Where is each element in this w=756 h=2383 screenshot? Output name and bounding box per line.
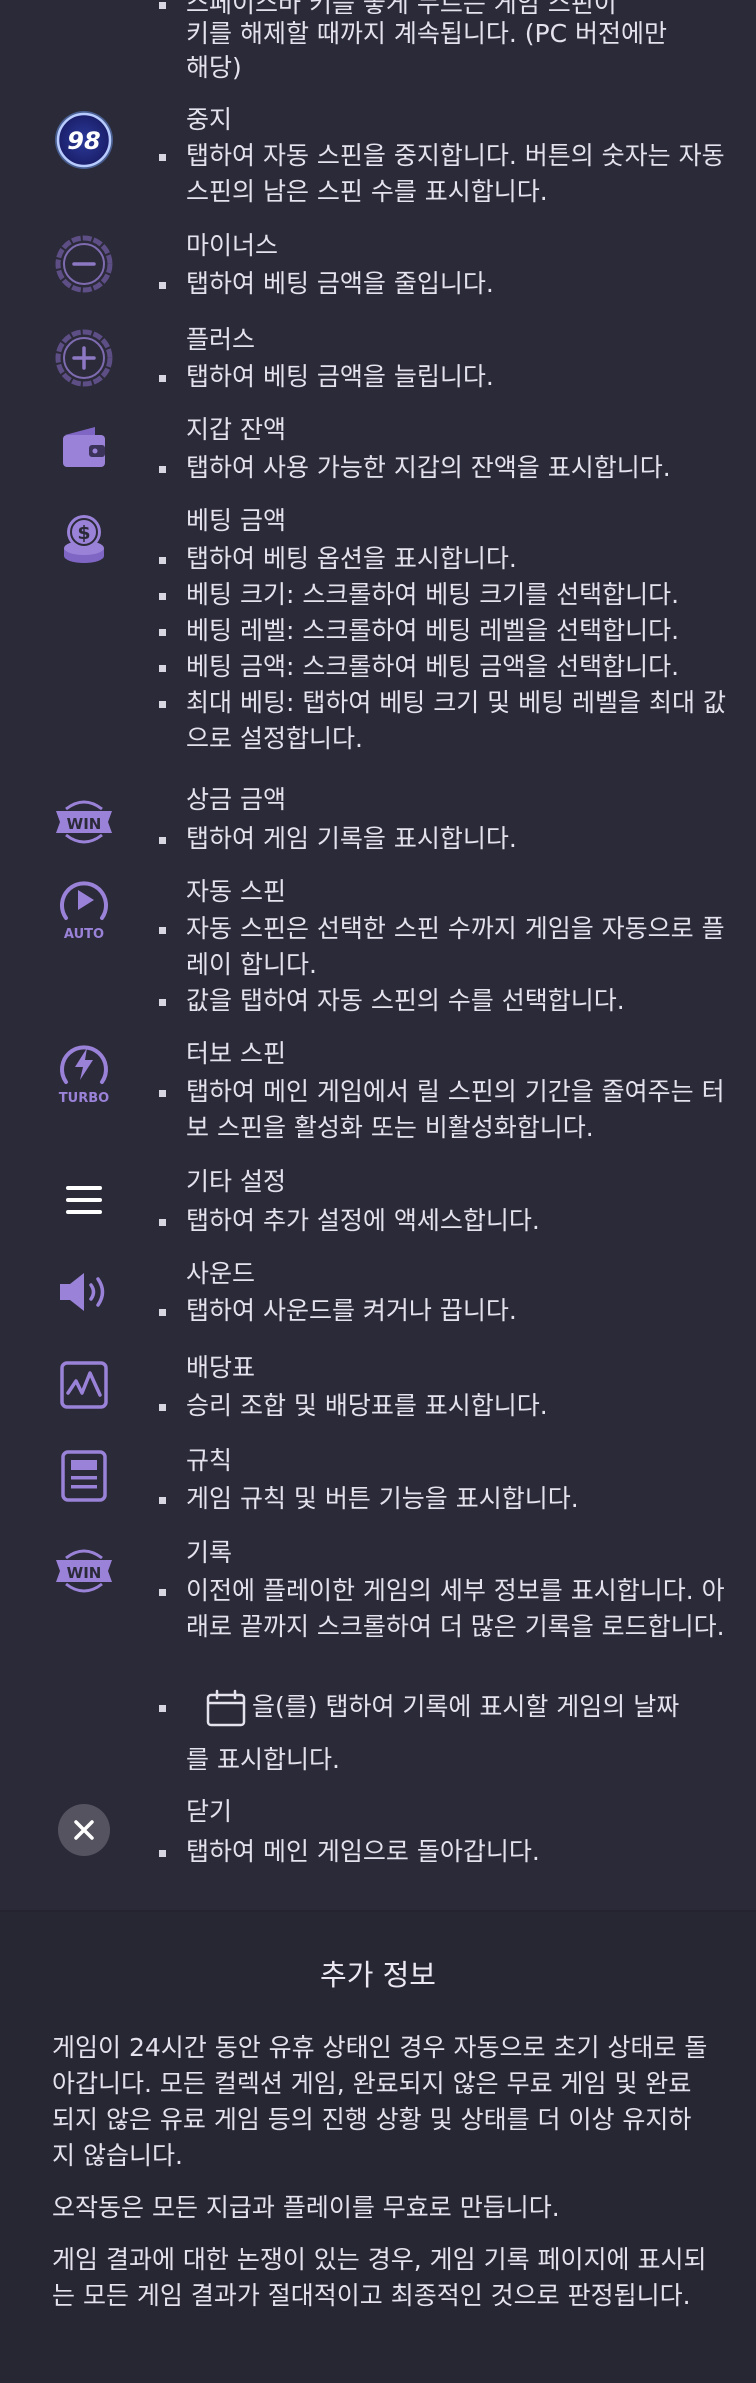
auto-badge-text: AUTO bbox=[64, 927, 104, 942]
wallet-icon bbox=[48, 412, 120, 484]
extra-paragraph-1: 게임이 24시간 동안 유휴 상태인 경우 자동으로 초기 상태로 돌아갑니다.… bbox=[52, 2033, 708, 2170]
auto-title: 자동 스핀 bbox=[186, 877, 286, 906]
history-calendar-text: 을(를) 탭하여 기록에 표시할 게임의 날짜 bbox=[252, 1692, 680, 1721]
bet-bullet-5: 최대 베팅: 탭하여 베팅 크기 및 베팅 레벨을 최대 값으로 설정합니다. bbox=[159, 685, 726, 757]
paytable-icon bbox=[48, 1349, 120, 1421]
plus-title: 플러스 bbox=[186, 325, 256, 354]
wallet-title: 지갑 잔액 bbox=[186, 415, 286, 444]
minus-icon bbox=[48, 228, 120, 300]
rules-bullet-1: 게임 규칙 및 버튼 기능을 표시합니다. bbox=[159, 1481, 726, 1517]
bet-title: 베팅 금액 bbox=[186, 506, 286, 535]
sound-icon bbox=[48, 1256, 120, 1328]
history-icon: WIN bbox=[48, 1535, 120, 1607]
history-calendar-text-2: 를 표시합니다. bbox=[186, 1745, 340, 1774]
sound-title: 사운드 bbox=[186, 1259, 256, 1288]
rules-title: 규칙 bbox=[186, 1446, 233, 1475]
history-title: 기록 bbox=[186, 1538, 233, 1567]
extra-paragraph-2: 오작동은 모든 지급과 플레이를 무효로 만듭니다. bbox=[52, 2193, 560, 2222]
paytable-title: 배당표 bbox=[186, 1353, 256, 1382]
close-bullet-1: 탭하여 메인 게임으로 돌아갑니다. bbox=[159, 1834, 726, 1870]
win-bullet-1: 탭하여 게임 기록을 표시합니다. bbox=[159, 821, 726, 857]
turbo-badge-text: TURBO bbox=[59, 1091, 109, 1106]
win-icon: WIN bbox=[48, 786, 120, 858]
history-bullet-1: 이전에 플레이한 게임의 세부 정보를 표시합니다. 아래로 끝까지 스크롤하여… bbox=[159, 1573, 726, 1645]
turbo-spin-icon: TURBO bbox=[48, 1036, 120, 1114]
auto-bullet-2: 값을 탭하여 자동 스핀의 수를 선택합니다. bbox=[159, 983, 726, 1019]
win-badge-text: WIN bbox=[67, 815, 102, 833]
stop-icon: 98 bbox=[48, 104, 120, 176]
calendar-icon[interactable] bbox=[206, 1689, 246, 1727]
bet-bullet-1: 탭하여 베팅 옵션을 표시합니다. bbox=[159, 541, 726, 577]
history-bullet-2: 을(를) 탭하여 기록에 표시할 게임의 날짜 bbox=[159, 1689, 726, 1727]
bet-bullet-4: 베팅 금액: 스크롤하여 베팅 금액을 선택합니다. bbox=[159, 649, 726, 685]
paytable-bullet-1: 승리 조합 및 배당표를 표시합니다. bbox=[159, 1388, 726, 1424]
turbo-bullet-1: 탭하여 메인 게임에서 릴 스핀의 기간을 줄여주는 터보 스핀을 활성화 또는… bbox=[159, 1074, 726, 1146]
close-icon bbox=[48, 1794, 120, 1866]
close-title: 닫기 bbox=[186, 1797, 233, 1826]
plus-bullet-1: 탭하여 베팅 금액을 늘립니다. bbox=[159, 359, 726, 395]
text-top-cut-3: 해당) bbox=[186, 53, 242, 82]
sound-bullet-1: 탭하여 사운드를 켜거나 끕니다. bbox=[159, 1293, 726, 1329]
stop-title: 중지 bbox=[186, 105, 233, 134]
stop-badge-number: 98 bbox=[67, 127, 100, 155]
bet-bullet-3: 베팅 레벨: 스크롤하여 베팅 레벨을 선택합니다. bbox=[159, 613, 726, 649]
text-top-cut-2: 키를 해제할 때까지 계속됩니다. (PC 버전에만 bbox=[186, 19, 667, 48]
menu-bullet-1: 탭하여 추가 설정에 액세스합니다. bbox=[159, 1203, 726, 1239]
auto-spin-icon: AUTO bbox=[48, 872, 120, 950]
extra-paragraph-3: 게임 결과에 대한 논쟁이 있는 경우, 게임 기록 페이지에 표시되는 모든 … bbox=[52, 2245, 707, 2310]
minus-title: 마이너스 bbox=[186, 231, 279, 260]
plus-icon bbox=[48, 322, 120, 394]
stop-bullet-1: 탭하여 자동 스핀을 중지합니다. 버튼의 숫자는 자동 스핀의 남은 스핀 수… bbox=[159, 138, 726, 210]
history-badge-text: WIN bbox=[67, 1564, 102, 1582]
minus-bullet-1: 탭하여 베팅 금액을 줄입니다. bbox=[159, 266, 726, 302]
turbo-title: 터보 스핀 bbox=[186, 1039, 286, 1068]
extra-info-title: 추가 정보 bbox=[320, 1958, 436, 1992]
bet-bullet-2: 베팅 크기: 스크롤하여 베팅 크기를 선택합니다. bbox=[159, 577, 726, 613]
wallet-bullet-1: 탭하여 사용 가능한 지갑의 잔액을 표시합니다. bbox=[159, 450, 726, 486]
svg-text:$: $ bbox=[77, 522, 90, 544]
menu-title: 기타 설정 bbox=[186, 1167, 286, 1196]
coin-stack-icon: $ bbox=[48, 503, 120, 575]
auto-bullet-1: 자동 스핀은 선택한 스핀 수까지 게임을 자동으로 플레이 합니다. bbox=[159, 911, 726, 983]
menu-icon bbox=[48, 1164, 120, 1236]
win-title: 상금 금액 bbox=[186, 785, 286, 814]
rules-icon bbox=[48, 1440, 120, 1512]
